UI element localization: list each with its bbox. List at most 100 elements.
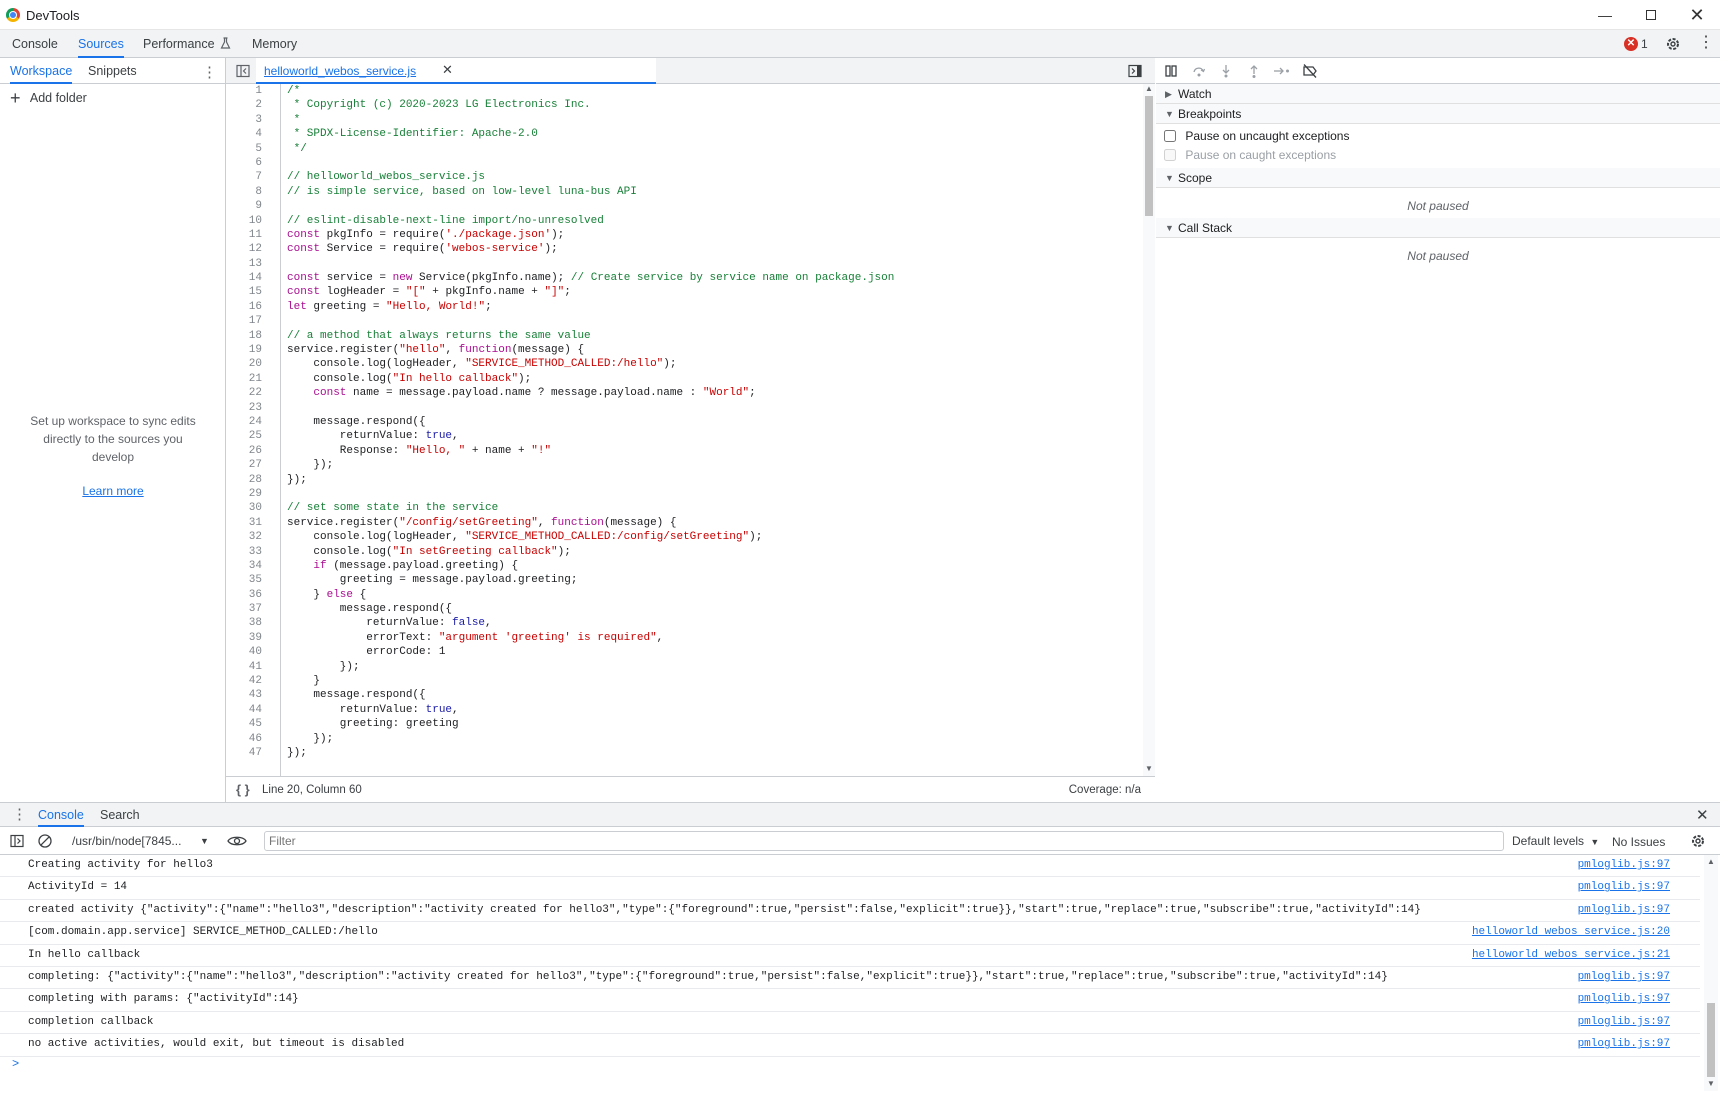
learn-more-link[interactable]: Learn more (82, 484, 143, 498)
console-message-source-link[interactable]: pmloglib.js:97 (1578, 993, 1670, 1005)
breakpoints-section-header[interactable]: ▼ Breakpoints (1156, 104, 1720, 124)
line-number[interactable]: 19 (226, 343, 280, 357)
toggle-debugger-icon[interactable] (1128, 64, 1142, 78)
line-number[interactable]: 36 (226, 588, 280, 602)
console-scroll-down-icon[interactable]: ▼ (1704, 1079, 1718, 1088)
code-line[interactable]: const pkgInfo = require('./package.json'… (287, 228, 1142, 242)
line-number[interactable]: 25 (226, 429, 280, 443)
pause-resume-icon[interactable] (1164, 64, 1178, 78)
line-number[interactable]: 27 (226, 458, 280, 472)
line-number[interactable]: 1 (226, 84, 280, 98)
code-line[interactable]: returnValue: true, (287, 703, 1142, 717)
line-number[interactable]: 28 (226, 473, 280, 487)
error-icon[interactable]: ✕ (1624, 37, 1638, 51)
call-stack-section-header[interactable]: ▼ Call Stack (1156, 218, 1720, 238)
code-line[interactable]: const Service = require('webos-service')… (287, 242, 1142, 256)
tab-snippets[interactable]: Snippets (88, 58, 137, 84)
line-number[interactable]: 38 (226, 616, 280, 630)
code-line[interactable]: const name = message.payload.name ? mess… (287, 386, 1142, 400)
console-scroll-thumb[interactable] (1707, 1003, 1715, 1077)
line-number[interactable]: 40 (226, 645, 280, 659)
pause-uncaught-row[interactable]: Pause on uncaught exceptions (1164, 128, 1349, 144)
line-number[interactable]: 4 (226, 127, 280, 141)
line-number[interactable]: 12 (226, 242, 280, 256)
close-drawer-icon[interactable]: ✕ (1696, 806, 1709, 824)
drawer-more-icon[interactable]: ⋮ (12, 805, 27, 823)
code-line[interactable]: if (message.payload.greeting) { (287, 559, 1142, 573)
code-line[interactable]: errorText: "argument 'greeting' is requi… (287, 631, 1142, 645)
close-tab-icon[interactable]: ✕ (442, 62, 453, 78)
console-scrollbar[interactable]: ▲ ▼ (1704, 855, 1718, 1091)
code-line[interactable]: errorCode: 1 (287, 645, 1142, 659)
code-line[interactable] (287, 487, 1142, 501)
step-over-icon[interactable] (1192, 64, 1206, 78)
coverage-status[interactable]: Coverage: n/a (1069, 784, 1141, 796)
code-line[interactable]: }); (287, 458, 1142, 472)
drawer-tab-search[interactable]: Search (100, 803, 140, 827)
line-number[interactable]: 34 (226, 559, 280, 573)
line-number[interactable]: 13 (226, 257, 280, 271)
line-number[interactable]: 11 (226, 228, 280, 242)
file-tab[interactable]: helloworld_webos_service.js ✕ (256, 58, 656, 84)
console-scroll-up-icon[interactable]: ▲ (1704, 857, 1718, 866)
drawer-tab-console[interactable]: Console (38, 803, 84, 827)
settings-gear-icon[interactable] (1665, 36, 1681, 52)
code-line[interactable]: // a method that always returns the same… (287, 329, 1142, 343)
code-line[interactable]: service.register("/config/setGreeting", … (287, 516, 1142, 530)
line-number[interactable]: 43 (226, 688, 280, 702)
line-number[interactable]: 15 (226, 285, 280, 299)
code-line[interactable]: greeting: greeting (287, 717, 1142, 731)
code-line[interactable]: console.log("In setGreeting callback"); (287, 545, 1142, 559)
log-levels-dropdown[interactable]: Default levels ▼ (1512, 831, 1599, 851)
code-line[interactable]: } (287, 674, 1142, 688)
code-line[interactable]: returnValue: false, (287, 616, 1142, 630)
code-line[interactable]: }); (287, 660, 1142, 674)
code-line[interactable]: }); (287, 746, 1142, 760)
code-line[interactable]: }); (287, 473, 1142, 487)
editor-scrollbar[interactable]: ▲ ▼ (1143, 84, 1155, 776)
code-line[interactable]: console.log(logHeader, "SERVICE_METHOD_C… (287, 357, 1142, 371)
code-line[interactable]: } else { (287, 588, 1142, 602)
line-number[interactable]: 3 (226, 113, 280, 127)
code-line[interactable]: // is simple service, based on low-level… (287, 185, 1142, 199)
code-line[interactable]: const logHeader = "[" + pkgInfo.name + "… (287, 285, 1142, 299)
code-line[interactable]: }); (287, 732, 1142, 746)
console-message-source-link[interactable]: pmloglib.js:97 (1578, 904, 1670, 916)
console-filter-input[interactable] (264, 831, 1504, 851)
tab-sources[interactable]: Sources (78, 30, 124, 58)
line-number[interactable]: 22 (226, 386, 280, 400)
code-line[interactable]: message.respond({ (287, 602, 1142, 616)
line-number[interactable]: 2 (226, 98, 280, 112)
code-line[interactable]: message.respond({ (287, 688, 1142, 702)
code-line[interactable]: greeting = message.payload.greeting; (287, 573, 1142, 587)
code-line[interactable]: console.log(logHeader, "SERVICE_METHOD_C… (287, 530, 1142, 544)
line-number[interactable]: 14 (226, 271, 280, 285)
line-number[interactable]: 39 (226, 631, 280, 645)
line-number[interactable]: 33 (226, 545, 280, 559)
code-line[interactable]: // helloworld_webos_service.js (287, 170, 1142, 184)
add-folder-button[interactable]: + Add folder (10, 88, 87, 108)
line-number[interactable]: 18 (226, 329, 280, 343)
toggle-navigator-icon[interactable] (236, 64, 250, 78)
clear-console-icon[interactable] (37, 833, 53, 849)
code-line[interactable]: * Copyright (c) 2020-2023 LG Electronics… (287, 98, 1142, 112)
line-number[interactable]: 32 (226, 530, 280, 544)
line-number[interactable]: 26 (226, 444, 280, 458)
code-line[interactable]: console.log("In hello callback"); (287, 372, 1142, 386)
deactivate-breakpoints-icon[interactable] (1302, 63, 1318, 79)
issues-count[interactable]: No Issues (1612, 835, 1665, 849)
navigator-more-icon[interactable]: ⋮ (202, 63, 217, 81)
line-number[interactable]: 23 (226, 401, 280, 415)
code-line[interactable]: /* (287, 84, 1142, 98)
console-settings-gear-icon[interactable] (1690, 833, 1706, 849)
code-line[interactable] (287, 401, 1142, 415)
error-count[interactable]: 1 (1641, 37, 1648, 51)
code-line[interactable]: Response: "Hello, " + name + "!" (287, 444, 1142, 458)
console-message-source-link[interactable]: pmloglib.js:97 (1578, 1038, 1670, 1050)
code-line[interactable] (287, 156, 1142, 170)
code-line[interactable] (287, 314, 1142, 328)
line-number[interactable]: 29 (226, 487, 280, 501)
pretty-print-icon[interactable]: { } (236, 782, 250, 797)
console-sidebar-icon[interactable] (10, 834, 24, 848)
tab-console[interactable]: Console (12, 30, 58, 58)
